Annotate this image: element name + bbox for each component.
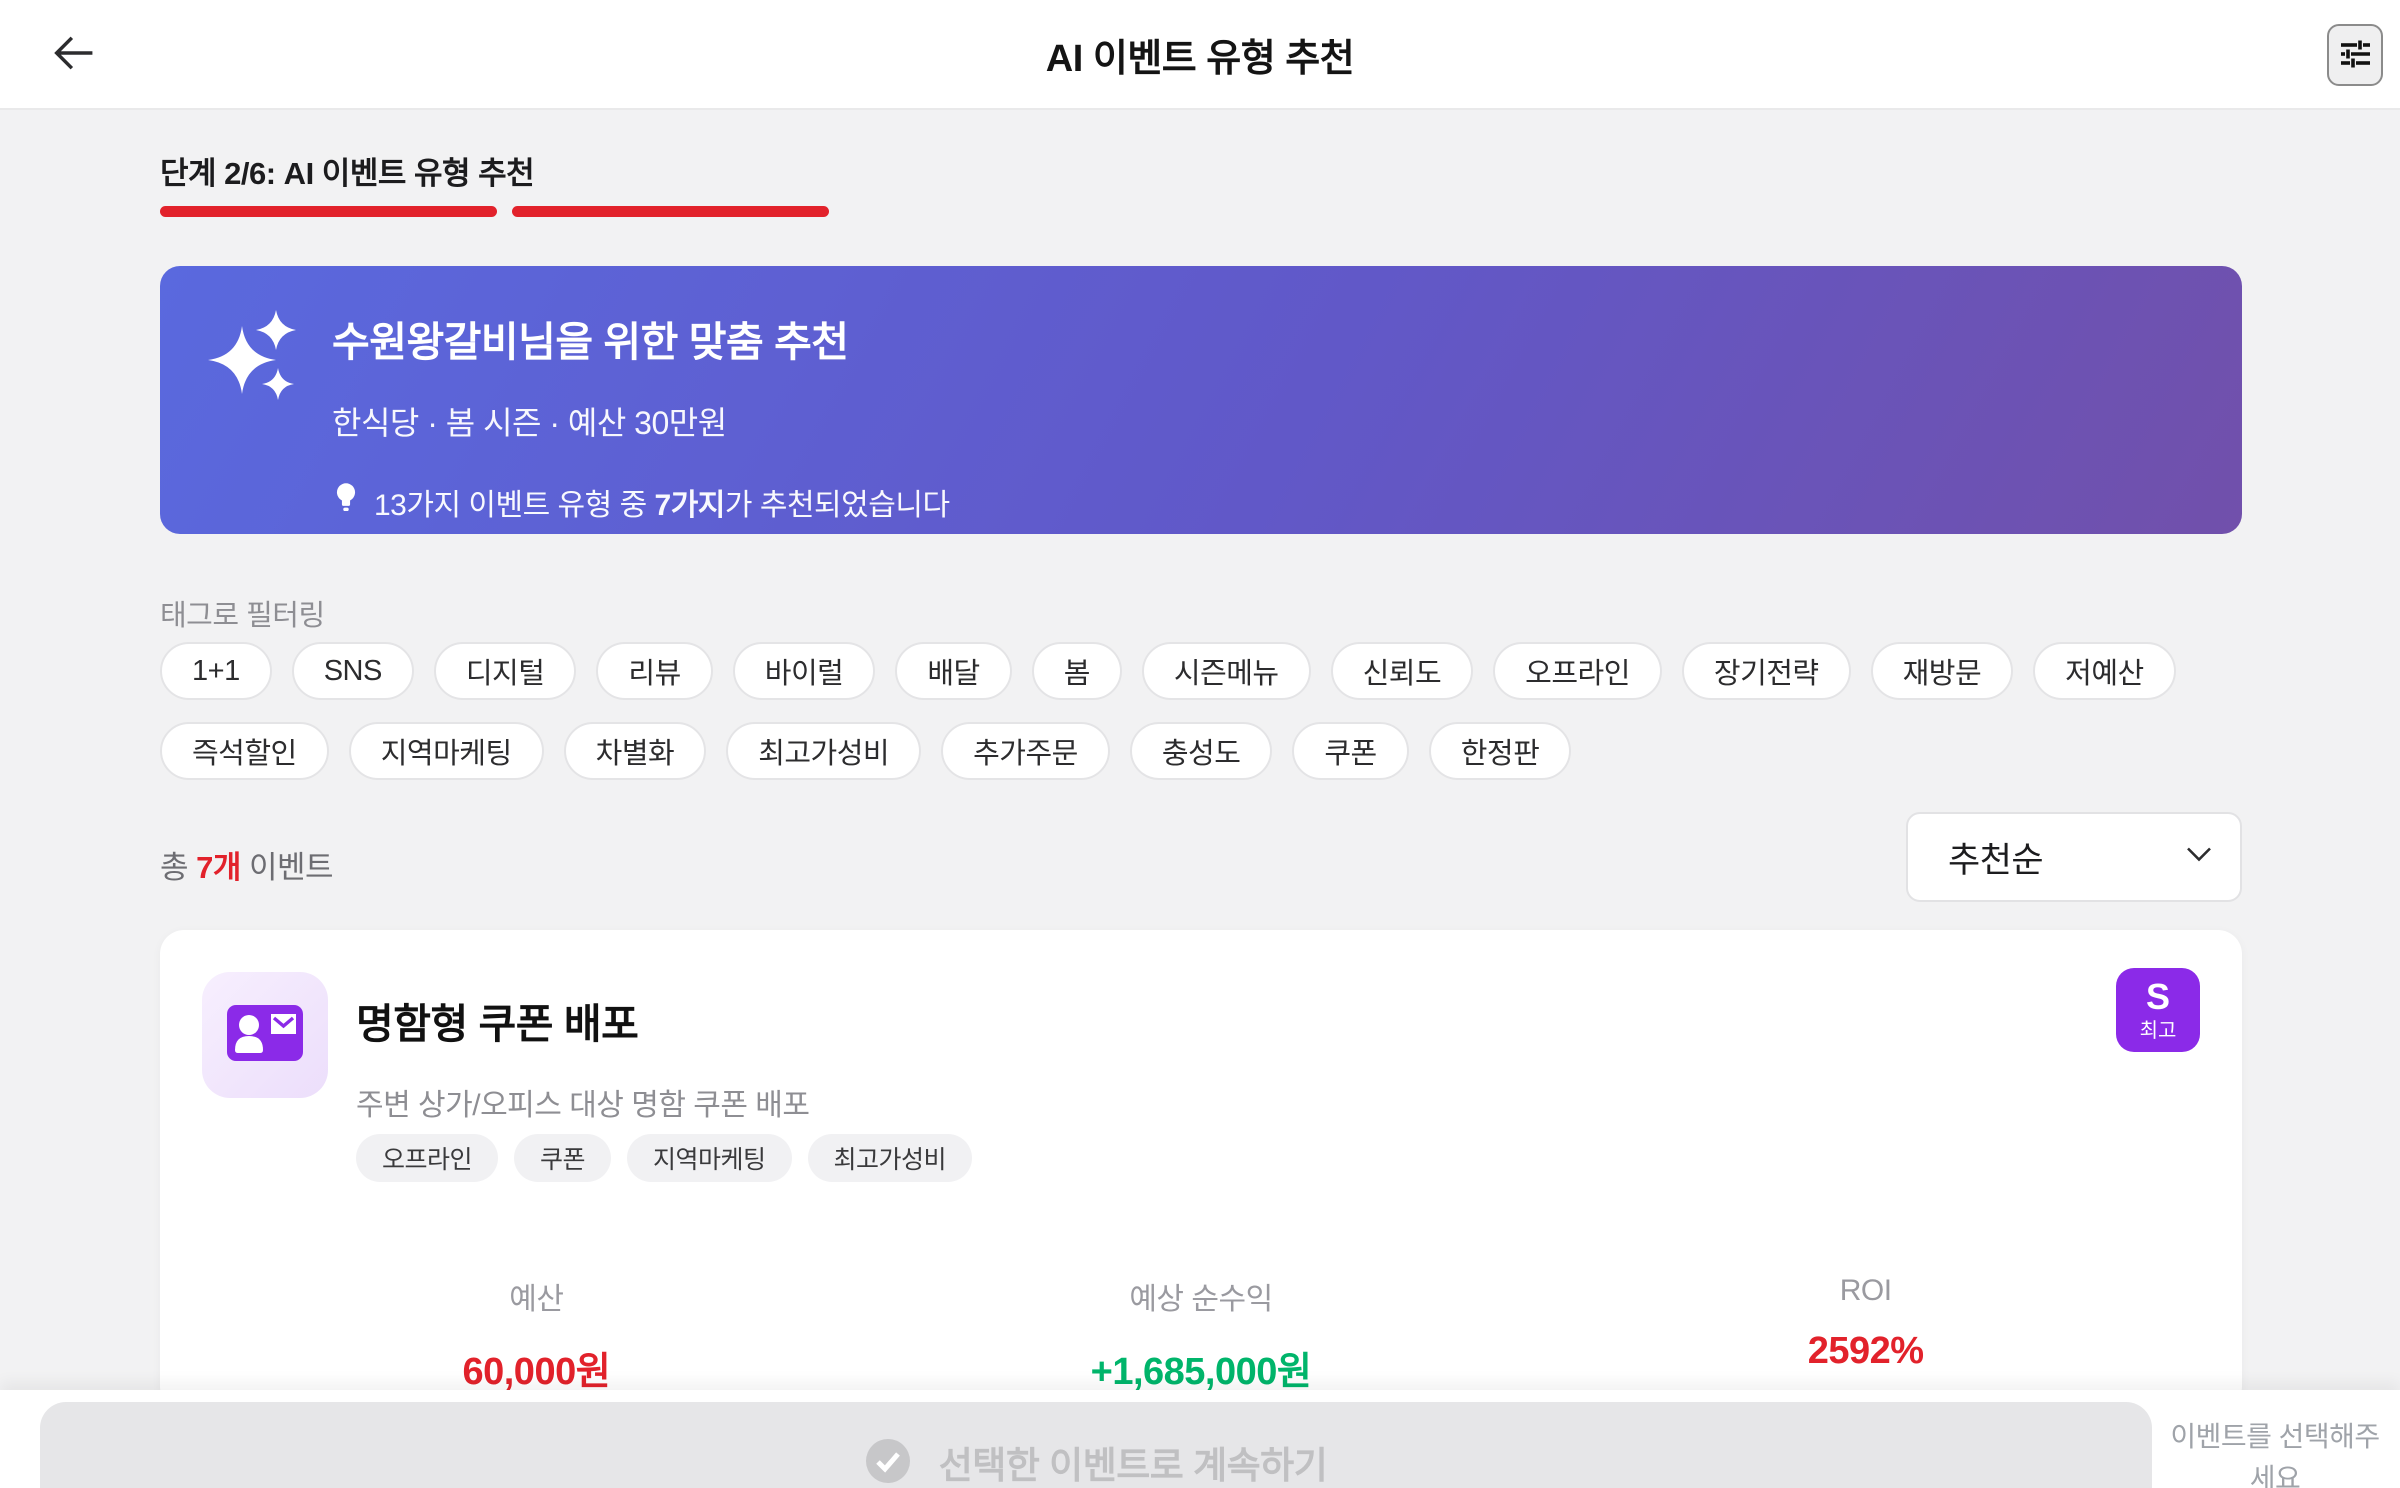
filter-tag-chip[interactable]: 1+1	[160, 642, 272, 700]
banner-info-text: 13가지 이벤트 유형 중 7가지가 추천되었습니다	[374, 489, 950, 522]
filter-tag-chip[interactable]: 오프라인	[1493, 642, 1662, 700]
continue-button-label: 선택한 이벤트로 계속하기	[938, 1445, 1328, 1486]
screen: AI 이벤트 유형 추천 단계 2/6: AI 이벤트 유형 추천 수원왕갈비님…	[0, 0, 2400, 1488]
chevron-down-icon	[2186, 847, 2212, 868]
event-count: 총 7개 이벤트	[160, 850, 334, 885]
sparkles-icon	[208, 308, 304, 409]
stat-item: 예상 순수익 +1,685,000원	[869, 1274, 1534, 1395]
selection-hint-text: 이벤트를 선택해주세요	[2170, 1421, 2380, 1488]
header: AI 이벤트 유형 추천	[0, 0, 2400, 110]
progress-segment	[512, 206, 829, 217]
stat-label: 예산	[509, 1283, 564, 1316]
filter-tag-chip[interactable]: 바이럴	[732, 642, 876, 700]
check-circle-icon	[865, 1438, 911, 1487]
stat-value: +1,685,000원	[1090, 1351, 1312, 1393]
stat-value: 60,000원	[462, 1351, 611, 1393]
stat-label: ROI	[1839, 1274, 1892, 1307]
grade-badge-letter: S	[2145, 976, 2170, 1017]
filter-tag-chip[interactable]: 한정판	[1428, 722, 1572, 780]
sort-dropdown-value: 추천순	[1948, 840, 2044, 880]
filter-tag-chip[interactable]: 재방문	[1870, 642, 2014, 700]
banner-title: 수원왕갈비님을 위한 맞춤 추천	[332, 319, 849, 365]
filter-tag-chip[interactable]: 디지털	[433, 642, 577, 700]
event-card-title: 명함형 쿠폰 배포	[356, 1001, 639, 1047]
filter-tag-chip[interactable]: 장기전략	[1681, 642, 1851, 700]
filter-tag-chip[interactable]: 배달	[895, 642, 1012, 700]
filter-tag-chip[interactable]: 신뢰도	[1330, 642, 1474, 700]
filter-settings-button[interactable]	[2327, 24, 2383, 86]
filter-tag-chip[interactable]: 지역마케팅	[348, 722, 544, 780]
filter-tag-chip[interactable]: 최고가성비	[726, 722, 922, 780]
sort-dropdown[interactable]: 추천순	[1906, 812, 2242, 902]
back-button[interactable]	[44, 24, 104, 84]
arrow-left-icon	[48, 27, 100, 82]
banner-subtitle: 한식당 · 봄 시즌 · 예산 30만원	[332, 405, 727, 441]
grade-badge-label: 최고	[2139, 1020, 2177, 1042]
footer-bar: 선택한 이벤트로 계속하기 이벤트를 선택해주세요	[0, 1390, 2400, 1488]
progress-bar	[160, 206, 829, 217]
stat-label: 예상 순수익	[1129, 1283, 1273, 1316]
event-card-description: 주변 상가/오피스 대상 명함 쿠폰 배포	[356, 1089, 810, 1122]
lightbulb-icon	[332, 481, 360, 523]
filter-tag-chip[interactable]: 저예산	[2033, 642, 2176, 700]
page-title: AI 이벤트 유형 추천	[1045, 37, 1355, 80]
banner-info: 13가지 이벤트 유형 중 7가지가 추천되었습니다	[332, 480, 2202, 524]
event-card-tag: 쿠폰	[514, 1134, 612, 1182]
recommendation-banner: 수원왕갈비님을 위한 맞춤 추천 한식당 · 봄 시즌 · 예산 30만원 13…	[160, 266, 2242, 534]
stat-item: 예산 60,000원	[204, 1274, 869, 1395]
sliders-icon	[2337, 36, 2373, 75]
filter-tag-list: 1+1 SNS 디지털 리뷰 바이럴 배달 봄 시즌메뉴 신뢰도 오프라인 장기전략 재방문 저예산즉석…	[160, 642, 2250, 780]
event-card-icon-bg	[202, 972, 328, 1098]
event-card-stats: 예산 60,000원 예상 순수익 +1,685,000원 ROI 2592%	[204, 1274, 2198, 1395]
event-count-number: 7개	[196, 850, 241, 885]
grade-badge: S 최고	[2116, 968, 2200, 1052]
filter-tag-chip[interactable]: 쿠폰	[1292, 722, 1409, 780]
event-card-tag: 오프라인	[356, 1134, 499, 1182]
event-card-tag-list: 오프라인 쿠폰 지역마케팅 최고가성비	[356, 1134, 973, 1182]
filter-tag-chip[interactable]: 충성도	[1129, 722, 1273, 780]
stat-item: ROI 2592%	[1533, 1274, 2198, 1395]
progress-segment	[160, 206, 497, 217]
filter-tag-chip[interactable]: 리뷰	[596, 642, 713, 700]
contact-coupon-icon	[227, 1004, 303, 1066]
event-card[interactable]: 명함형 쿠폰 배포 주변 상가/오피스 대상 명함 쿠폰 배포 오프라인 쿠폰 지역…	[160, 930, 2242, 1410]
banner-body: 수원왕갈비님을 위한 맞춤 추천 한식당 · 봄 시즌 · 예산 30만원 13…	[332, 308, 2202, 524]
filter-tag-chip[interactable]: SNS	[291, 642, 414, 700]
stat-value: 2592%	[1807, 1330, 1924, 1372]
filter-tag-chip[interactable]: 추가주문	[941, 722, 1110, 780]
event-card-tag: 최고가성비	[807, 1134, 973, 1182]
filter-section-label: 태그로 필터링	[160, 600, 325, 632]
filter-tag-chip[interactable]: 차별화	[563, 722, 707, 780]
event-card-tag: 지역마케팅	[627, 1134, 792, 1182]
filter-tag-chip[interactable]: 즉석할인	[160, 722, 329, 780]
step-label: 단계 2/6: AI 이벤트 유형 추천	[160, 156, 535, 191]
continue-button[interactable]: 선택한 이벤트로 계속하기	[40, 1402, 2152, 1488]
filter-tag-chip[interactable]: 시즌메뉴	[1141, 642, 1311, 700]
filter-tag-chip[interactable]: 봄	[1031, 642, 1122, 700]
